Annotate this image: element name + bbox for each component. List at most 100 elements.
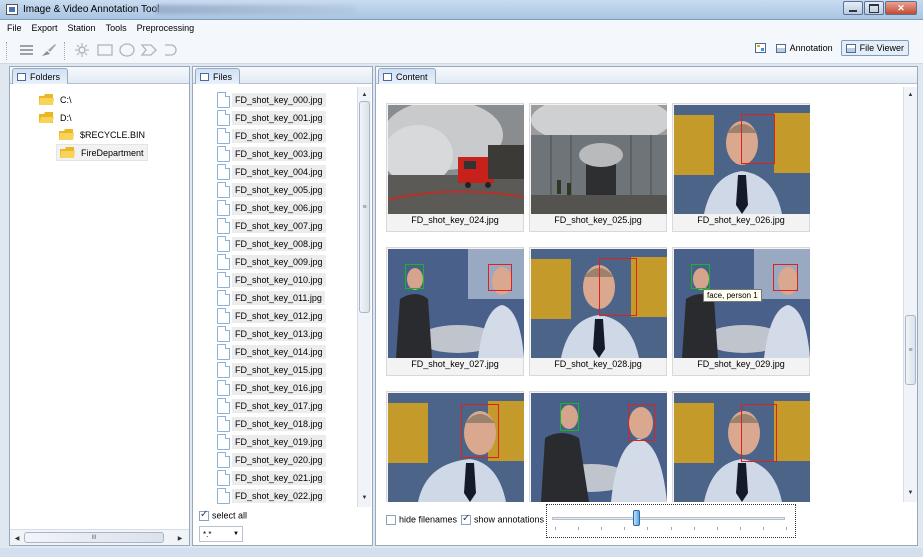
thumbnail-tile[interactable]: FD_shot_key_024.jpg — [386, 103, 524, 232]
toolbar-grip — [6, 42, 7, 60]
image-file-icon — [217, 217, 230, 234]
face-annotation-box[interactable] — [405, 264, 424, 289]
files-vertical-scrollbar[interactable]: ▲ ≡ ▼ — [357, 87, 371, 507]
file-row[interactable]: FD_shot_key_002.jpg — [217, 127, 326, 144]
maximize-button[interactable] — [864, 1, 884, 15]
arc-tool-icon[interactable] — [162, 42, 180, 58]
menu-file[interactable]: File — [7, 23, 22, 33]
toolbar-separator — [64, 42, 65, 60]
open-perspective-icon[interactable] — [754, 43, 766, 53]
tree-item-c-drive[interactable]: C:\ — [39, 91, 72, 108]
select-all-check-icon[interactable] — [199, 509, 209, 521]
list-view-icon[interactable] — [18, 42, 36, 58]
file-row[interactable]: FD_shot_key_018.jpg — [217, 415, 326, 432]
file-row[interactable]: FD_shot_key_004.jpg — [217, 163, 326, 180]
face-annotation-box[interactable] — [628, 404, 655, 441]
thumbnail-tile[interactable]: face, person 1 FD_shot_key_029.jpg — [672, 247, 810, 376]
menu-tools[interactable]: Tools — [106, 23, 127, 33]
file-name: FD_shot_key_002.jpg — [232, 128, 326, 143]
tab-content[interactable]: Content — [378, 68, 436, 84]
thumbnail-tile[interactable]: FD_shot_key_028.jpg — [529, 247, 667, 376]
hide-filenames-check-icon[interactable] — [386, 514, 396, 525]
file-row[interactable]: FD_shot_key_013.jpg — [217, 325, 326, 342]
show-annotations-check-icon[interactable] — [461, 513, 471, 525]
show-annotations-checkbox[interactable]: show annotations — [461, 513, 544, 525]
settings-burst-icon[interactable] — [72, 42, 92, 58]
face-annotation-box[interactable] — [560, 403, 579, 431]
scroll-down-icon[interactable]: ▼ — [358, 492, 371, 504]
scroll-left-icon[interactable]: ◀ — [12, 532, 22, 544]
content-vertical-scrollbar[interactable]: ▲ ≡ ▼ — [903, 87, 917, 502]
thumbnail-tile[interactable]: FD_shot_key_025.jpg — [529, 103, 667, 232]
face-annotation-box[interactable] — [691, 264, 710, 289]
tree-item-d-drive[interactable]: D:\ — [39, 109, 72, 126]
file-row[interactable]: FD_shot_key_007.jpg — [217, 217, 326, 234]
face-annotation-box[interactable] — [741, 114, 775, 164]
file-name: FD_shot_key_004.jpg — [232, 164, 326, 179]
file-row[interactable]: FD_shot_key_011.jpg — [217, 289, 325, 306]
file-viewer-perspective-button[interactable]: File Viewer — [840, 40, 909, 56]
zoom-slider-thumb[interactable] — [632, 510, 640, 526]
face-annotation-box[interactable] — [741, 404, 777, 462]
ellipse-tool-icon[interactable] — [118, 42, 136, 58]
file-filter-dropdown[interactable]: *.* ▼ — [199, 526, 243, 542]
scroll-thumb[interactable]: ≡ — [359, 101, 370, 313]
thumbnail-tile[interactable] — [529, 391, 667, 502]
file-row[interactable]: FD_shot_key_012.jpg — [217, 307, 326, 324]
scroll-up-icon[interactable]: ▲ — [358, 89, 371, 101]
file-row[interactable]: FD_shot_key_017.jpg — [217, 397, 326, 414]
file-row[interactable]: FD_shot_key_000.jpg — [217, 91, 326, 108]
file-row[interactable]: FD_shot_key_021.jpg — [217, 469, 326, 486]
tree-item-recycle-bin[interactable]: $RECYCLE.BIN — [59, 126, 145, 143]
file-viewer-perspective-icon — [845, 43, 856, 53]
thumbnail-tile[interactable]: FD_shot_key_027.jpg — [386, 247, 524, 376]
perspective-switcher: Annotation File Viewer — [754, 40, 909, 56]
chevron-tool-icon[interactable] — [140, 42, 158, 58]
file-row[interactable]: FD_shot_key_019.jpg — [217, 433, 326, 450]
file-row[interactable]: FD_shot_key_015.jpg — [217, 361, 326, 378]
folders-horizontal-scrollbar[interactable]: ◀ III ▶ — [10, 529, 189, 545]
image-file-icon — [217, 415, 230, 432]
scroll-right-icon[interactable]: ▶ — [175, 532, 185, 544]
content-tab-icon — [383, 72, 392, 81]
thumbnail-tile[interactable]: FD_shot_key_026.jpg — [672, 103, 810, 232]
close-button[interactable]: ✕ — [885, 1, 917, 15]
face-annotation-box[interactable] — [461, 404, 499, 458]
face-annotation-box[interactable] — [599, 258, 637, 316]
face-annotation-box[interactable] — [773, 264, 798, 291]
file-row[interactable]: FD_shot_key_022.jpg — [217, 487, 326, 504]
brush-icon[interactable] — [40, 42, 58, 58]
scroll-down-icon[interactable]: ▼ — [904, 487, 917, 499]
file-row[interactable]: FD_shot_key_008.jpg — [217, 235, 326, 252]
scroll-up-icon[interactable]: ▲ — [904, 89, 917, 101]
minimize-button[interactable] — [843, 1, 863, 15]
file-row[interactable]: FD_shot_key_010.jpg — [217, 271, 326, 288]
scroll-thumb[interactable]: ≡ — [905, 315, 916, 385]
menu-preprocessing[interactable]: Preprocessing — [137, 23, 195, 33]
hide-filenames-checkbox[interactable]: hide filenames — [386, 514, 457, 525]
file-row[interactable]: FD_shot_key_009.jpg — [217, 253, 326, 270]
file-row[interactable]: FD_shot_key_003.jpg — [217, 145, 326, 162]
file-row[interactable]: FD_shot_key_020.jpg — [217, 451, 326, 468]
thumbnail-tile[interactable] — [672, 391, 810, 502]
face-annotation-box[interactable] — [488, 264, 512, 291]
menu-station[interactable]: Station — [68, 23, 96, 33]
thumbnail-tile[interactable] — [386, 391, 524, 502]
select-all-checkbox[interactable]: select all — [199, 509, 247, 521]
file-row[interactable]: FD_shot_key_016.jpg — [217, 379, 326, 396]
file-row[interactable]: FD_shot_key_006.jpg — [217, 199, 326, 216]
scroll-thumb[interactable]: III — [24, 532, 164, 543]
thumbnail-caption: FD_shot_key_026.jpg — [697, 215, 785, 225]
menu-export[interactable]: Export — [32, 23, 58, 33]
rectangle-tool-icon[interactable] — [96, 42, 114, 58]
tree-item-firedepartment[interactable]: FireDepartment — [56, 144, 148, 161]
file-row[interactable]: FD_shot_key_014.jpg — [217, 343, 326, 360]
tab-folders[interactable]: Folders — [12, 68, 69, 84]
annotation-perspective-button[interactable]: Annotation — [772, 40, 837, 56]
file-name: FD_shot_key_008.jpg — [232, 236, 326, 251]
file-row[interactable]: FD_shot_key_005.jpg — [217, 181, 326, 198]
zoom-slider[interactable] — [546, 504, 796, 538]
thumbnail-caption: FD_shot_key_028.jpg — [554, 359, 642, 369]
folder-icon — [39, 94, 54, 105]
file-row[interactable]: FD_shot_key_001.jpg — [217, 109, 326, 126]
